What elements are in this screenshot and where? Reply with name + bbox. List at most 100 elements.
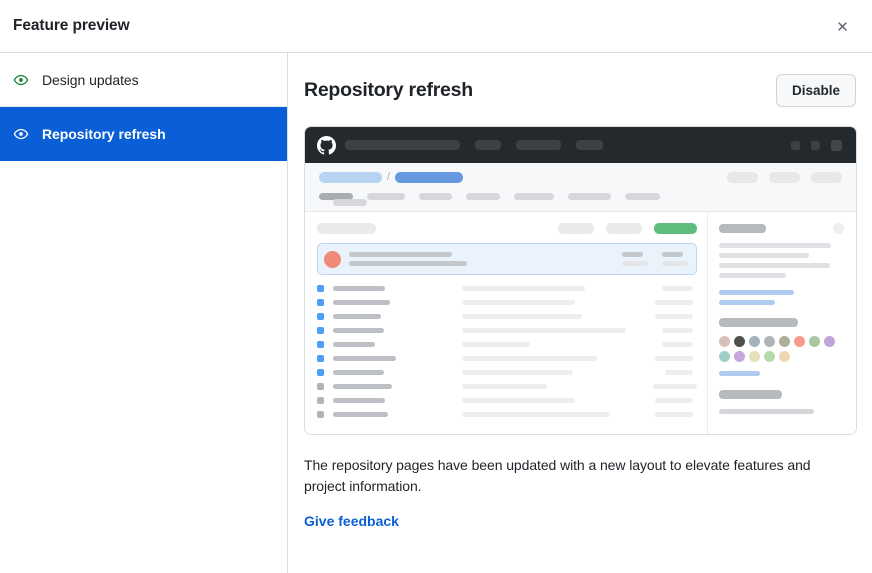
folder-icon [317,284,324,292]
preview-file-browser [305,212,708,434]
preview-content [305,212,856,434]
file-list [317,281,697,421]
table-row[interactable] [317,351,697,365]
feature-list-sidebar: Design updates Repository refresh [0,53,288,573]
breadcrumb-action-pill [769,172,800,183]
table-row[interactable] [317,309,697,323]
folder-icon [317,340,324,348]
active-tab-underline [333,199,367,206]
branch-selector-placeholder [317,222,376,234]
tab-placeholder [514,193,554,200]
action-pill [606,222,642,234]
table-row[interactable] [317,379,697,393]
eye-icon [13,126,29,142]
preview-about-sidebar [708,212,856,434]
preview-breadcrumb-bar: / [305,163,856,212]
about-section-header [719,223,844,234]
avatar [824,336,835,347]
avatar [809,336,820,347]
preview-tabs [319,193,842,206]
feature-detail-panel: Repository refresh Disable / The reposit… [288,53,872,573]
commit-meta-placeholder [622,252,688,266]
topbar-square-icon [791,140,800,150]
table-row[interactable] [317,295,697,309]
code-button-pill [654,222,697,234]
topbar-placeholder-bar [516,140,561,150]
breadcrumb-action-pill [811,172,842,183]
languages-section-header [719,390,782,399]
folder-icon [317,326,324,334]
repo-action-buttons [558,222,697,234]
file-icon [317,382,324,390]
folder-icon [317,368,324,376]
about-settings-icon [833,223,844,234]
avatar [719,336,730,347]
folder-icon [317,312,324,320]
file-icon [317,396,324,404]
topbar-square-icon [831,139,842,151]
about-title-placeholder [719,224,766,233]
dialog-body: Design updates Repository refresh Reposi… [0,53,872,573]
sidebar-item-repository-refresh[interactable]: Repository refresh [0,107,287,161]
avatar [749,351,760,362]
feature-description: The repository pages have been updated w… [304,457,811,494]
preview-topbar [305,127,856,163]
tab-placeholder [625,193,660,200]
avatar [749,336,760,347]
avatar [734,336,745,347]
latest-commit-row [317,243,697,275]
avatar [324,250,341,268]
sidebar-item-design-updates[interactable]: Design updates [0,53,287,107]
table-row[interactable] [317,407,697,421]
eye-icon [13,72,29,88]
feature-title: Repository refresh [304,78,473,101]
about-description-placeholder [719,243,844,278]
action-pill [558,222,594,234]
sidebar-item-label: Repository refresh [42,125,166,142]
topbar-placeholder-bar [475,140,501,150]
avatar [734,351,745,362]
about-links-placeholder [719,290,844,305]
disable-button[interactable]: Disable [775,73,856,107]
table-row[interactable] [317,393,697,407]
topbar-placeholder-bar [345,140,460,150]
close-icon [835,19,850,34]
avatar [764,336,775,347]
table-row[interactable] [317,337,697,351]
tab-placeholder [568,193,611,200]
breadcrumb-owner [319,172,382,183]
breadcrumb: / [319,172,842,183]
folder-icon [317,354,324,362]
commit-message-placeholder [349,252,467,266]
topbar-square-icon [811,140,820,150]
tab-placeholder [367,193,405,200]
breadcrumb-action-pill [727,172,758,183]
table-row[interactable] [317,323,697,337]
avatar [779,336,790,347]
avatar [719,351,730,362]
avatar [764,351,775,362]
dialog-header: Feature preview [0,0,872,53]
breadcrumb-separator: / [387,171,391,183]
branch-and-actions-row [317,222,697,234]
topbar-action-icons [791,139,842,151]
give-feedback-link[interactable]: Give feedback [304,513,399,529]
folder-icon [317,298,324,306]
feature-preview-dialog: Feature preview Design updates Repositor… [0,0,872,573]
close-button[interactable] [828,12,856,40]
languages-bar-placeholder [719,409,814,414]
table-row[interactable] [317,281,697,295]
feature-preview-image: / [304,126,857,435]
contributors-link-placeholder [719,371,760,376]
github-logo-icon [317,135,336,155]
breadcrumb-repo [395,172,464,183]
contributor-avatars [719,336,841,362]
avatar [779,351,790,362]
tab-placeholder [419,193,452,200]
breadcrumb-actions [727,172,842,183]
contributors-section-header [719,318,798,327]
table-row[interactable] [317,365,697,379]
tab-placeholder [466,193,500,200]
file-icon [317,410,324,418]
sidebar-item-label: Design updates [42,71,139,88]
